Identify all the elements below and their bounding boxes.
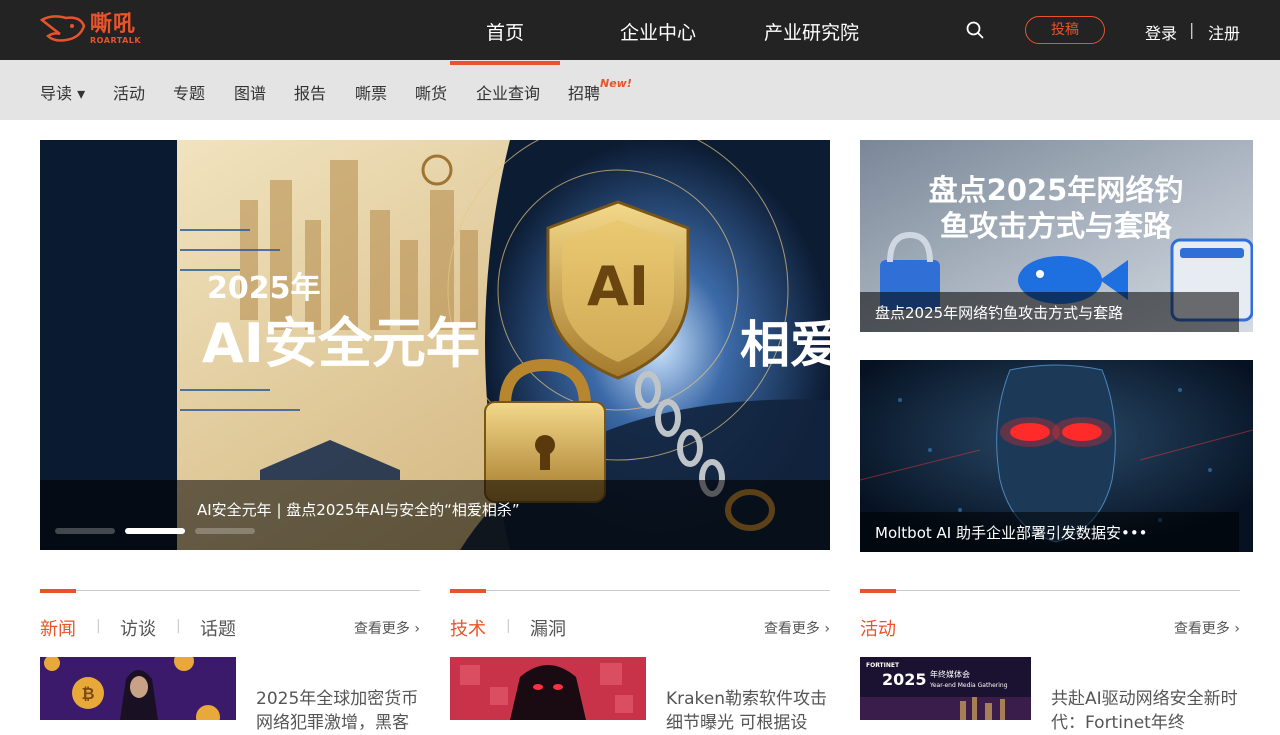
hero-side-text: 相爱: [740, 316, 830, 374]
subnav-topics[interactable]: 专题: [173, 80, 205, 104]
side-card-1-caption-bar: 盘点2025年网络钓鱼攻击方式与套路: [860, 292, 1239, 332]
sub-nav: 导读 ▾ 活动 专题 图谱 报告 嘶票 嘶货 企业查询 招聘 New!: [0, 60, 1280, 120]
side-card-1-caption[interactable]: 盘点2025年网络钓鱼攻击方式与套路: [875, 302, 1123, 323]
subnav-guide[interactable]: 导读 ▾: [40, 80, 85, 104]
side-card-moltbot[interactable]: Moltbot AI 助手企业部署引发数据安•••: [860, 360, 1253, 552]
nav-enterprise-center[interactable]: 企业中心: [620, 18, 696, 45]
side-card-2-caption[interactable]: Moltbot AI 助手企业部署引发数据安•••: [875, 522, 1148, 543]
tab-news[interactable]: 新闻: [40, 615, 76, 641]
logo-text-cn: 嘶吼: [90, 12, 137, 37]
section-divider: [40, 590, 420, 591]
event-thumb-cn: 年终媒体会: [930, 669, 970, 679]
fortinet-event-image: FORTINET 2025 年终媒体会 Year-end Media Gathe…: [860, 657, 1031, 720]
new-badge: New!: [600, 77, 632, 90]
events-headline[interactable]: 共赴AI驱动网络安全新时代：Fortinet年终: [1051, 687, 1240, 735]
subnav-atlas[interactable]: 图谱: [234, 80, 266, 104]
section-divider: [450, 590, 830, 591]
fortinet-brand-text: FORTINET: [866, 662, 900, 669]
login-link[interactable]: 登录: [1145, 20, 1177, 44]
tech-headline[interactable]: Kraken勒索软件攻击细节曝光 可根据设: [666, 687, 830, 735]
top-bar: 嘶吼 ROARTALK 首页 企业中心 产业研究院 投稿 登录 | 注册: [0, 0, 1280, 60]
hero-caption[interactable]: AI安全元年 | 盘点2025年AI与安全的“相爱相杀”: [197, 499, 520, 520]
carousel-dot-3[interactable]: [195, 528, 255, 534]
section-tech: 技术 | 漏洞 查看更多 › Kraken勒索软件攻击细节曝光 可根据设: [450, 589, 830, 733]
ransomware-image: [450, 657, 646, 720]
shield-text: AI: [587, 255, 649, 318]
subnav-reports[interactable]: 报告: [294, 80, 326, 104]
nav-industry-institute[interactable]: 产业研究院: [764, 18, 859, 45]
subnav-goods[interactable]: 嘶货: [415, 80, 447, 104]
news-thumbnail[interactable]: ₿: [40, 657, 236, 720]
tab-interviews[interactable]: 访谈: [120, 615, 156, 641]
carousel-dot-1[interactable]: [55, 528, 115, 534]
tab-separator: |: [506, 618, 511, 634]
roar-logo-icon: [40, 15, 86, 42]
phishing-image-title-2: 鱼攻击方式与套路: [940, 209, 1173, 243]
active-nav-indicator: [450, 61, 560, 65]
search-icon[interactable]: [966, 21, 984, 39]
register-link[interactable]: 注册: [1208, 20, 1240, 44]
logo-text-en: ROARTALK: [90, 36, 142, 45]
carousel-dot-2[interactable]: [125, 528, 185, 534]
event-thumb-year: 2025: [882, 670, 927, 689]
submit-article-button[interactable]: 投稿: [1025, 16, 1105, 44]
tech-thumbnail[interactable]: [450, 657, 646, 720]
tab-tech[interactable]: 技术: [450, 615, 486, 641]
phishing-image-title-1: 盘点2025年网络钓: [929, 173, 1184, 207]
logo[interactable]: 嘶吼 ROARTALK: [40, 12, 150, 48]
side-card-2-caption-bar: Moltbot AI 助手企业部署引发数据安•••: [860, 512, 1239, 552]
section-accent: [450, 589, 486, 593]
hero-year-text: 2025年: [207, 271, 321, 306]
tab-vulnerabilities[interactable]: 漏洞: [530, 615, 566, 641]
hero-carousel[interactable]: AI 2025年 AI安全元年 相爱 AI安全元年 | 盘点2025年AI与安全…: [40, 140, 830, 550]
svg-text:₿: ₿: [81, 684, 94, 703]
tab-topics[interactable]: 话题: [200, 615, 236, 641]
hero-caption-bar: AI安全元年 | 盘点2025年AI与安全的“相爱相杀”: [40, 480, 830, 550]
tab-separator: |: [96, 618, 101, 634]
auth-divider: |: [1189, 20, 1195, 39]
events-see-more-link[interactable]: 查看更多 ›: [1174, 618, 1240, 638]
section-news: 新闻 | 访谈 | 话题 查看更多 › ₿ 2025年全球加密货币网络犯罪激增，…: [40, 589, 420, 733]
news-headline[interactable]: 2025年全球加密货币网络犯罪激增，黑客: [256, 687, 420, 735]
event-thumb-en: Year-end Media Gathering: [929, 682, 1008, 689]
subnav-tickets[interactable]: 嘶票: [355, 80, 387, 104]
nav-home[interactable]: 首页: [486, 18, 524, 45]
section-accent: [40, 589, 76, 593]
section-events: 活动 查看更多 › FORTINET 2025 年终媒体会 Year-end M…: [860, 589, 1240, 733]
news-see-more-link[interactable]: 查看更多 ›: [354, 618, 420, 638]
section-divider: [860, 590, 1240, 591]
crypto-crime-image: ₿: [40, 657, 236, 720]
events-thumbnail[interactable]: FORTINET 2025 年终媒体会 Year-end Media Gathe…: [860, 657, 1031, 720]
side-card-phishing[interactable]: 盘点2025年网络钓 鱼攻击方式与套路 盘点2025年网络钓鱼攻击方式与套路: [860, 140, 1253, 332]
tab-separator: |: [176, 618, 181, 634]
section-accent: [860, 589, 896, 593]
subnav-company-search[interactable]: 企业查询: [476, 80, 540, 104]
subnav-events[interactable]: 活动: [113, 80, 145, 104]
hero-headline: AI安全元年: [202, 312, 480, 375]
subnav-jobs[interactable]: 招聘: [568, 80, 600, 104]
tech-see-more-link[interactable]: 查看更多 ›: [764, 618, 830, 638]
tab-events[interactable]: 活动: [860, 615, 896, 641]
